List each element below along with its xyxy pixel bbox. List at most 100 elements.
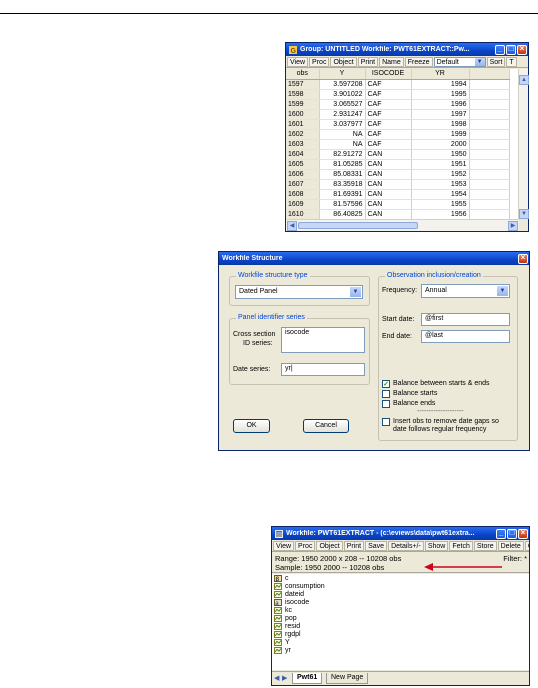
y-cell[interactable]: 83.35918 <box>319 179 366 190</box>
end-date-input[interactable]: @last <box>421 330 510 343</box>
y-cell[interactable]: 82.91272 <box>319 149 366 160</box>
isocode-cell[interactable]: CAN <box>365 189 412 200</box>
workfile-toolbar-button[interactable]: Store <box>473 541 497 551</box>
workfile-toolbar-button[interactable]: Delete <box>497 541 524 551</box>
cross-section-input[interactable]: isocode <box>281 327 365 353</box>
row-obs-cell[interactable]: 1603 <box>286 139 320 150</box>
table-row[interactable]: 1597 3.597208 CAF 1994 <box>286 79 510 90</box>
horizontal-scrollbar[interactable]: ◀ ▶ <box>286 219 519 231</box>
tab-pwt61[interactable]: Pwt61 <box>292 673 323 684</box>
y-cell[interactable]: 85.08331 <box>319 169 366 180</box>
row-obs-cell[interactable]: 1599 <box>286 99 320 110</box>
close-button[interactable]: × <box>518 253 528 264</box>
yr-cell[interactable]: 1953 <box>411 179 470 190</box>
tab-new-page[interactable]: New Page <box>326 673 369 684</box>
table-row[interactable]: 1601 3.037977 CAF 1998 <box>286 119 510 130</box>
list-item[interactable]: consumption <box>272 582 529 590</box>
row-obs-cell[interactable]: 1608 <box>286 189 320 200</box>
group-titlebar[interactable]: G Group: UNTITLED Workfile: PWT61EXTRACT… <box>286 43 528 56</box>
yr-cell[interactable]: 1998 <box>411 119 470 130</box>
balance-starts-checkbox[interactable] <box>382 390 390 398</box>
workfile-titlebar[interactable]: Workfile: PWT61EXTRACT - (c:\eviews\data… <box>272 527 529 540</box>
empty-cell[interactable] <box>469 179 510 190</box>
column-header-yr[interactable]: YR <box>411 69 470 80</box>
isocode-cell[interactable]: CAN <box>365 159 412 170</box>
minimize-button[interactable]: _ <box>496 528 506 539</box>
table-row[interactable]: 1610 86.40825 CAN 1956 <box>286 209 510 219</box>
print-button[interactable]: Print <box>357 57 379 67</box>
empty-cell[interactable] <box>469 159 510 170</box>
row-obs-cell[interactable]: 1602 <box>286 129 320 140</box>
empty-cell[interactable] <box>469 119 510 130</box>
isocode-cell[interactable]: CAN <box>365 179 412 190</box>
balance-ends-checkbox[interactable] <box>382 400 390 408</box>
cancel-button[interactable]: Cancel <box>303 419 349 433</box>
empty-cell[interactable] <box>469 189 510 200</box>
freeze-button[interactable]: Freeze <box>404 57 433 67</box>
scroll-right-icon[interactable]: ▶ <box>508 221 518 231</box>
list-item[interactable]: pop <box>272 614 529 622</box>
spreadsheet[interactable]: obs Y ISOCODE YR 1597 3.597208 CAF 1994 1598… <box>286 69 519 219</box>
empty-cell[interactable] <box>469 129 510 140</box>
row-obs-cell[interactable]: 1598 <box>286 89 320 100</box>
y-cell[interactable]: 2.931247 <box>319 109 366 120</box>
insert-obs-checkbox[interactable] <box>382 418 390 426</box>
sample-text[interactable]: Sample: 1950 2000 -- 10208 obs <box>275 563 384 572</box>
row-obs-cell[interactable]: 1605 <box>286 159 320 170</box>
table-row[interactable]: 1599 3.065527 CAF 1996 <box>286 99 510 110</box>
isocode-cell[interactable]: CAF <box>365 89 412 100</box>
table-row[interactable]: 1603 NA CAF 2000 <box>286 139 510 150</box>
table-row[interactable]: 1605 81.05285 CAN 1951 <box>286 159 510 170</box>
dialog-titlebar[interactable]: Workfile Structure × <box>219 252 529 265</box>
start-date-input[interactable]: @first <box>421 313 510 326</box>
yr-cell[interactable]: 1994 <box>411 79 470 90</box>
table-row[interactable]: 1606 85.08331 CAN 1952 <box>286 169 510 180</box>
vertical-scrollbar[interactable]: ▲ ▼ <box>518 69 529 219</box>
workfile-toolbar-button[interactable]: Proc <box>295 541 316 551</box>
list-item[interactable]: Y <box>272 638 529 646</box>
filter-text[interactable]: Filter: * <box>503 554 527 563</box>
structure-type-select[interactable]: Dated Panel ▼ <box>235 285 363 299</box>
empty-cell[interactable] <box>469 79 510 90</box>
workfile-toolbar-button[interactable]: Print <box>343 541 365 551</box>
y-cell[interactable]: 3.901022 <box>319 89 366 100</box>
list-item[interactable]: a isocode <box>272 598 529 607</box>
object-list[interactable]: β c consumption dateid a isocode kc pop resid rgd… <box>272 574 529 670</box>
row-obs-cell[interactable]: 1609 <box>286 199 320 210</box>
list-item[interactable]: kc <box>272 606 529 614</box>
ok-button[interactable]: OK <box>233 419 270 433</box>
empty-cell[interactable] <box>469 89 510 100</box>
table-row[interactable]: 1609 81.57596 CAN 1955 <box>286 199 510 210</box>
empty-cell[interactable] <box>469 109 510 120</box>
row-obs-cell[interactable]: 1606 <box>286 169 320 180</box>
transpose-button[interactable]: T <box>506 57 517 67</box>
frequency-select[interactable]: Annual ▼ <box>421 284 510 298</box>
isocode-cell[interactable]: CAN <box>365 169 412 180</box>
minimize-button[interactable]: _ <box>495 44 505 55</box>
object-button[interactable]: Object <box>330 57 357 67</box>
y-cell[interactable]: 81.57596 <box>319 199 366 210</box>
empty-cell[interactable] <box>469 99 510 110</box>
sort-button[interactable]: Sort <box>486 57 506 67</box>
empty-cell[interactable] <box>469 169 510 180</box>
name-button[interactable]: Name <box>379 57 404 67</box>
balance-between-checkbox[interactable]: ✓ <box>382 380 390 388</box>
scroll-down-icon[interactable]: ▼ <box>519 209 529 219</box>
yr-cell[interactable]: 1956 <box>411 209 470 219</box>
empty-cell[interactable] <box>469 139 510 150</box>
table-row[interactable]: 1600 2.931247 CAF 1997 <box>286 109 510 120</box>
y-cell[interactable]: NA <box>319 139 366 150</box>
isocode-cell[interactable]: CAN <box>365 199 412 210</box>
yr-cell[interactable]: 1995 <box>411 89 470 100</box>
yr-cell[interactable]: 1999 <box>411 129 470 140</box>
list-item[interactable]: dateid <box>272 590 529 598</box>
maximize-button[interactable]: □ <box>507 528 517 539</box>
column-header-y[interactable]: Y <box>319 69 366 80</box>
isocode-cell[interactable]: CAF <box>365 139 412 150</box>
close-button[interactable]: × <box>518 528 528 539</box>
row-obs-cell[interactable]: 1601 <box>286 119 320 130</box>
yr-cell[interactable]: 1952 <box>411 169 470 180</box>
empty-cell[interactable] <box>469 149 510 160</box>
row-obs-cell[interactable]: 1597 <box>286 79 320 90</box>
row-obs-cell[interactable]: 1607 <box>286 179 320 190</box>
